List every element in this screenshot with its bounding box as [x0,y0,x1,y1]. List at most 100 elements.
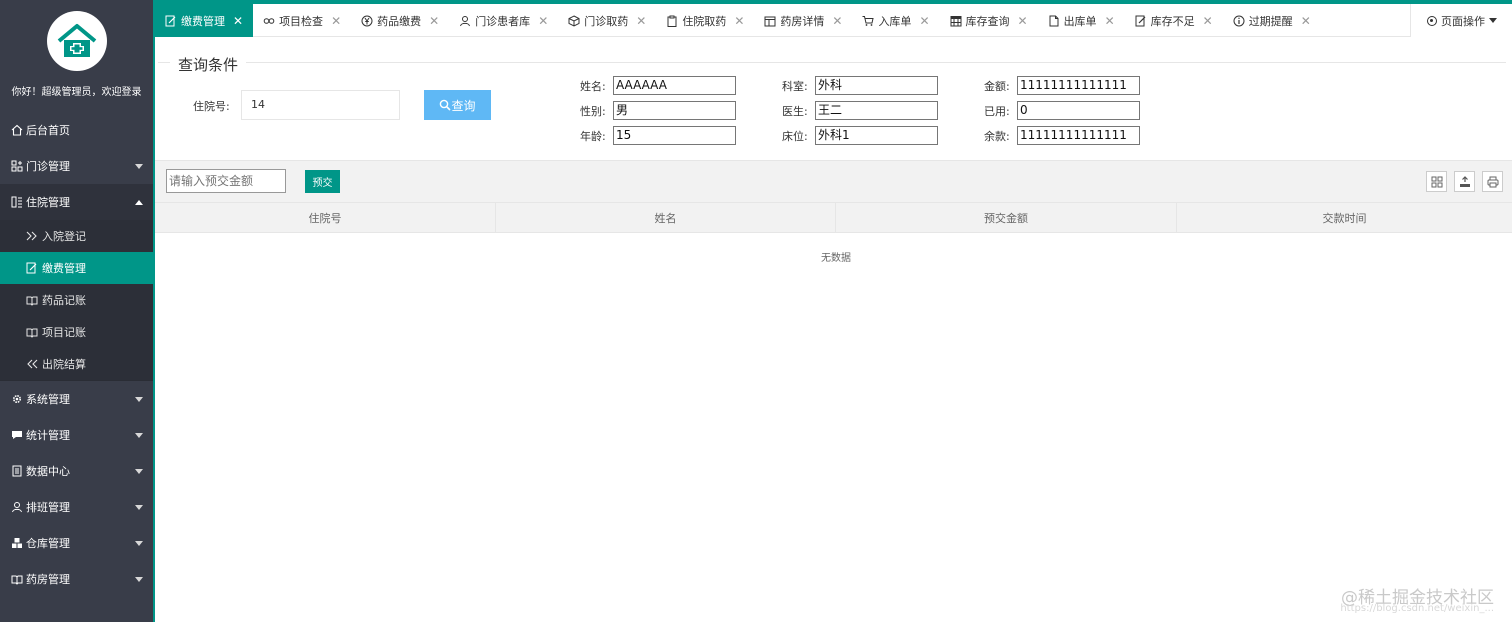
close-icon[interactable]: ✕ [636,14,646,28]
tab-label: 门诊患者库 [475,14,531,28]
tab-stock-in[interactable]: 入库单 ✕ [852,4,939,37]
sidebar-edge [153,0,155,622]
close-icon[interactable]: ✕ [1301,14,1311,28]
chevron-up-icon [135,200,143,205]
close-icon[interactable]: ✕ [233,14,243,28]
open-book-icon [10,573,23,586]
columns-filter-button[interactable] [1426,171,1447,192]
sidebar-item-label: 入院登记 [42,230,86,243]
balance-field[interactable]: 11111111111111 [1017,126,1140,145]
page-operations-label: 页面操作 [1441,14,1485,28]
print-button[interactable] [1482,171,1503,192]
sidebar-item-inpatient[interactable]: 住院管理 [0,184,153,220]
sidebar-item-payment[interactable]: 缴费管理 [0,252,153,284]
close-icon[interactable]: ✕ [919,14,929,28]
cubes-icon [10,537,23,550]
hosp-no-input[interactable]: 14 [241,90,400,120]
age-field[interactable]: 15 [613,126,736,145]
tab-payment[interactable]: 缴费管理 ✕ [155,4,254,37]
used-field[interactable]: 0 [1017,101,1140,120]
sidebar-item-admission[interactable]: 入院登记 [0,220,153,252]
sidebar-item-system[interactable]: 系统管理 [0,381,153,417]
table-header-cell[interactable]: 预交金额 [836,203,1177,232]
close-icon[interactable]: ✕ [1105,14,1115,28]
link-icon [263,15,275,27]
tab-expiry-alert[interactable]: 过期提醒 ✕ [1223,4,1321,37]
sidebar-item-outpatient[interactable]: 门诊管理 [0,148,153,184]
sidebar-item-data-center[interactable]: 数据中心 [0,453,153,489]
dept-field[interactable]: 外科 [815,76,938,95]
sidebar-item-label: 缴费管理 [42,262,86,275]
tab-label: 缴费管理 [181,14,225,28]
sidebar-item-label: 项目记账 [42,326,86,339]
sidebar: 你好！超级管理员，欢迎登录 后台首页 门诊管理 住院管理 入院登记 缴费管理 药… [0,0,153,622]
file-icon [1048,15,1060,27]
sidebar-item-label: 药房管理 [26,573,70,586]
welcome-text: 你好！超级管理员，欢迎登录 [11,87,142,98]
info-icon [1233,15,1245,27]
tab-item-check[interactable]: 项目检查 ✕ [253,4,351,37]
gear-icon [10,393,23,406]
cart-icon [862,15,875,27]
edit-icon [165,15,177,27]
sidebar-item-schedule[interactable]: 排班管理 [0,489,153,525]
search-button[interactable]: 查询 [424,90,491,120]
tab-outpatient-db[interactable]: 门诊患者库 ✕ [449,4,558,37]
bed-field[interactable]: 外科1 [815,126,938,145]
tab-pharmacy-detail[interactable]: 药房详情 ✕ [754,4,852,37]
sidebar-item-pharmacy[interactable]: 药房管理 [0,561,153,597]
close-icon[interactable]: ✕ [538,14,548,28]
chevron-down-icon [135,541,143,546]
amount-field[interactable]: 11111111111111 [1017,76,1140,95]
sidebar-item-label: 仓库管理 [26,537,70,550]
tab-label: 门诊取药 [584,14,629,28]
sidebar-item-discharge[interactable]: 出院结算 [0,348,153,380]
chevron-down-icon [135,505,143,510]
sidebar-item-statistics[interactable]: 统计管理 [0,417,153,453]
chevron-down-icon [135,397,143,402]
sidebar-item-warehouse[interactable]: 仓库管理 [0,525,153,561]
close-icon[interactable]: ✕ [832,14,842,28]
close-icon[interactable]: ✕ [734,14,744,28]
prepay-button[interactable]: 预交 [305,170,340,193]
sidebar-item-label: 数据中心 [26,465,70,478]
sidebar-item-label: 排班管理 [26,501,70,514]
chevron-down-icon [135,433,143,438]
sidebar-item-home[interactable]: 后台首页 [0,112,153,148]
tab-drug-payment[interactable]: 药品缴费 ✕ [351,4,449,37]
table-header-cell[interactable]: 交款时间 [1177,203,1512,232]
tab-outpatient-drug[interactable]: 门诊取药 ✕ [558,4,656,37]
sidebar-item-item-billing[interactable]: 项目记账 [0,316,153,348]
export-icon [1459,175,1470,187]
table-header-cell[interactable]: 住院号 [155,203,496,232]
tab-stock-out[interactable]: 出库单 ✕ [1038,4,1125,37]
book-list-icon [10,196,23,209]
tab-label: 库存查询 [965,14,1010,28]
gender-field[interactable]: 男 [613,101,736,120]
export-button[interactable] [1454,171,1475,192]
close-icon[interactable]: ✕ [331,14,341,28]
age-label: 年龄: [580,130,606,143]
hosp-no-label: 住院号: [193,100,230,113]
gender-label: 性别: [580,105,606,118]
doctor-field[interactable]: 王二 [815,101,938,120]
tab-inpatient-drug[interactable]: 住院取药 ✕ [656,4,754,37]
name-field[interactable]: AAAAAA [613,76,736,95]
home-icon [10,124,23,137]
close-icon[interactable]: ✕ [1203,14,1213,28]
sidebar-item-drug-billing[interactable]: 药品记账 [0,284,153,316]
target-icon [1427,15,1437,26]
chevron-down-icon [135,164,143,169]
yen-icon [361,15,373,27]
tab-label: 药品缴费 [377,14,422,28]
close-icon[interactable]: ✕ [1018,14,1028,28]
table-header-cell[interactable]: 姓名 [496,203,836,232]
caret-down-icon [1489,18,1497,23]
tab-stock-low[interactable]: 库存不足 ✕ [1125,4,1223,37]
page-operations-button[interactable]: 页面操作 [1410,4,1512,37]
edit-icon [1135,15,1147,27]
box-icon [568,14,580,27]
prepay-amount-input[interactable]: 请输入预交金额 [166,169,286,193]
tab-stock-query[interactable]: 库存查询 ✕ [940,4,1038,37]
close-icon[interactable]: ✕ [429,14,439,28]
